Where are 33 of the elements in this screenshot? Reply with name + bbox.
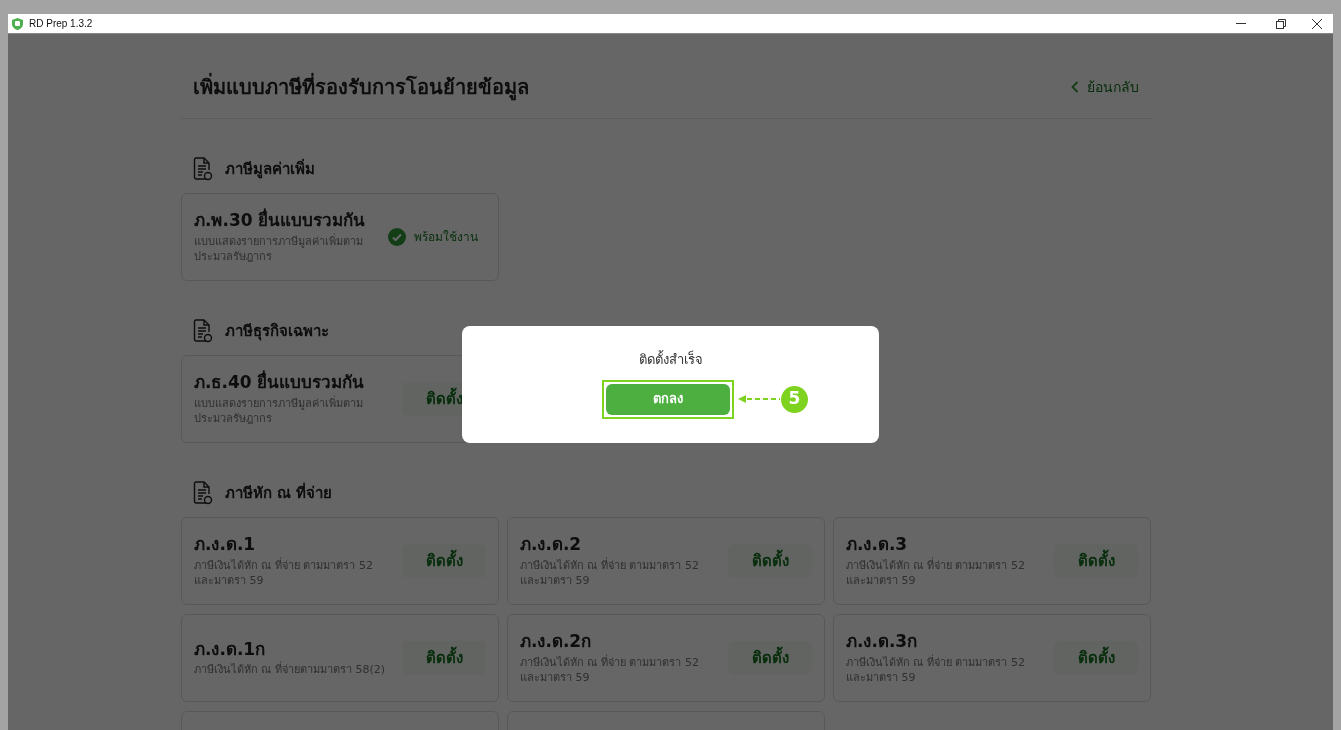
form-title: ภ.ง.ด.1ก [194,638,267,661]
install-button[interactable]: ติดตั้ง [1054,641,1138,675]
form-title: ภ.ธ.40 ยื่นแบบรวมกัน [194,372,366,394]
check-circle-icon [388,228,406,246]
section-heading: ภาษีหัก ณ ที่จ่าย [225,481,333,504]
restore-icon [1276,18,1286,29]
chevron-left-icon [1071,81,1079,93]
section-heading: ภาษีมูลค่าเพิ่ม [225,157,315,181]
document-icon [193,481,213,505]
document-icon [193,157,213,181]
form-title: ภ.ง.ด.3ก [846,631,919,653]
form-title: ภ.พ.30 ยื่นแบบรวมกัน [194,210,367,232]
step-marker: 5 [781,385,808,413]
form-title: ภ.ง.ด.3 [846,534,909,556]
install-button[interactable]: ติดตั้ง [728,641,812,675]
close-icon [1312,18,1322,29]
install-button[interactable]: ติดตั้ง [1054,544,1138,578]
section-heading: ภาษีธุรกิจเฉพาะ [225,320,329,343]
form-title: ภ.ง.ด.2 [520,534,583,556]
dashed-arrow-icon [738,393,780,404]
ready-status: พร้อมใช้งาน [414,229,478,246]
install-button[interactable]: ติดตั้ง [728,544,812,578]
document-icon [193,319,213,343]
dialog-message: ติดตั้งสำเร็จ [638,350,703,369]
install-button[interactable]: ติดตั้ง [402,544,486,578]
install-button[interactable]: ติดตั้ง [402,641,486,675]
back-link[interactable]: ย้อนกลับ [1071,76,1139,98]
window-title: RD Prep 1.3.2 [29,17,93,31]
shield-icon [12,17,23,30]
form-title: ภ.ง.ด.2ก [520,631,593,653]
form-title: ภ.ง.ด.1 [194,534,257,556]
ok-button[interactable]: ตกลง [602,379,734,419]
page-title: เพิ่มแบบภาษีที่รองรับการโอนย้ายข้อมูล [193,72,529,102]
